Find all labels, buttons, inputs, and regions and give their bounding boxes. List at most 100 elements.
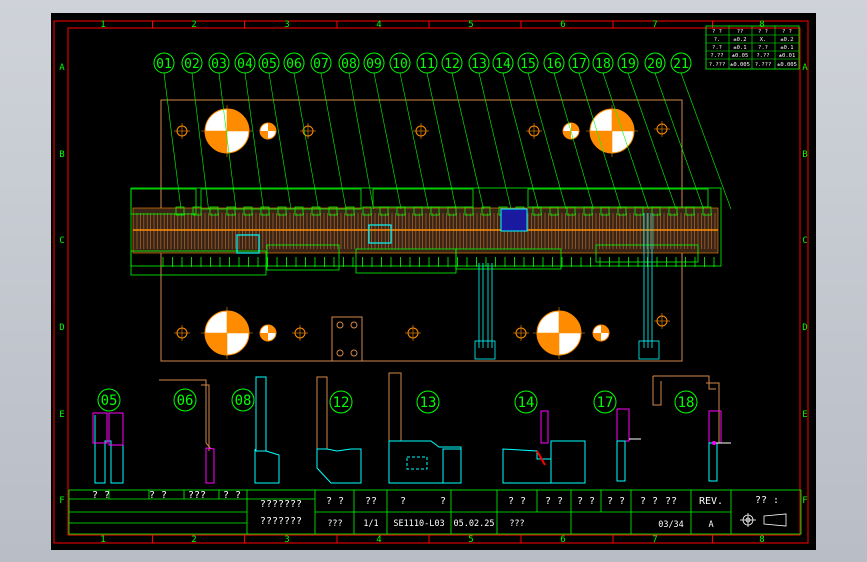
field-header-2: ?? — [365, 496, 377, 507]
zone-col-top-6: 6 — [560, 20, 565, 30]
screw-hole-2 — [300, 123, 316, 139]
zone-row-right-F: F — [802, 496, 807, 506]
guide-block-2 — [200, 188, 362, 210]
section-details: 05 06 08 12 13 14 17 18 — [92, 372, 731, 484]
guide-post-hole-1 — [201, 105, 253, 157]
leader-13 — [478, 72, 512, 210]
title-note-1: ??????? — [260, 499, 302, 510]
drawing-canvas: 1122334455667788 A AB BC CD DE EF F ? ???? ?? … — [53, 20, 809, 545]
title-note-2: ??????? — [260, 516, 302, 527]
field-header-4: ? — [440, 496, 446, 507]
rev-label: REV. — [699, 496, 723, 507]
station-label-17: 17 — [571, 57, 587, 72]
cad-viewport[interactable]: 1122334455667788 AABBCCDDEEFF ? ???? ?? … — [0, 0, 867, 562]
tolerance-cell-3-2: ?.?? — [756, 53, 769, 59]
station-balloons: 01 02 03 04 05 06 07 08 09 10 11 12 13 14 15 16 17 18 19 20… — [153, 52, 692, 74]
punch-block-1 — [130, 250, 267, 276]
station-label-05: 05 — [261, 57, 277, 72]
station-label-14: 14 — [495, 57, 511, 72]
station-label-06: 06 — [286, 57, 302, 72]
sheet-number: 03/34 — [658, 520, 684, 530]
station-label-04: 04 — [237, 57, 253, 72]
tolerance-cell-2-2: ?.? — [758, 45, 768, 51]
zone-col-top-4: 4 — [376, 20, 381, 30]
section-label-17: 17 — [597, 395, 614, 411]
guide-block-4 — [527, 188, 709, 208]
field-header-9: ? ? — [640, 496, 658, 507]
zone-row-right-E: E — [802, 410, 807, 420]
zone-col-bottom-2: 2 — [191, 535, 196, 545]
guide-post-hole-3 — [201, 307, 253, 359]
tolerance-cell-1-3: ±0.2 — [780, 37, 793, 43]
value-date: 05.02.25 — [454, 519, 495, 529]
dowel-hole-1 — [259, 122, 277, 140]
tolerance-cell-3-3: ±0.01 — [779, 53, 796, 59]
station-label-07: 07 — [313, 57, 329, 72]
station-label-15: 15 — [520, 57, 536, 72]
field-header-5: ? ? — [508, 496, 526, 507]
zone-col-top-7: 7 — [652, 20, 657, 30]
zone-rows: A A B B C C D D E E F F — [59, 63, 808, 506]
tolerance-cell-1-2: X. — [760, 37, 767, 43]
station-label-10: 10 — [392, 57, 408, 72]
dowel-hole-3 — [259, 324, 277, 342]
station-label-12: 12 — [444, 57, 460, 72]
section-label-14: 14 — [518, 395, 535, 411]
zone-col-top-5: 5 — [468, 20, 473, 30]
field-header-8: ? ? — [607, 496, 625, 507]
zone-col-bottom-1: 1 — [100, 535, 105, 545]
zone-col-top-3: 3 — [284, 20, 289, 30]
screw-hole-10 — [654, 313, 670, 329]
tolerance-cell-4-0: ?.??? — [709, 62, 726, 68]
tolerance-cell-4-3: ±0.005 — [777, 62, 797, 68]
zone-row-left-D: D — [59, 323, 64, 333]
tolerance-cell-1-0: ?. — [714, 37, 721, 43]
section-label-13: 13 — [420, 395, 437, 411]
guide-block-3 — [372, 188, 474, 208]
field-header-6: ? ? — [545, 496, 563, 507]
zone-col-bottom-4: 4 — [376, 535, 381, 545]
title-block: ? ? ? ? ??? ? ? ??????? ??????? ? ? ?? ?… — [68, 489, 802, 535]
zone-row-left-A: A — [59, 63, 65, 73]
rev-value: A — [708, 520, 713, 530]
station-label-03: 03 — [211, 57, 227, 72]
zone-col-top-2: 2 — [191, 20, 196, 30]
zone-col-bottom-3: 3 — [284, 535, 289, 545]
zone-col-bottom-8: 8 — [759, 535, 764, 545]
field-header-3: ? — [400, 496, 406, 507]
guide-post-hole-4 — [533, 307, 585, 359]
value-part-no: SE1110-L03 — [393, 519, 444, 529]
value-scale: 1/1 — [363, 519, 378, 529]
screw-hole-7 — [292, 325, 308, 341]
zone-row-right-A: A — [802, 63, 808, 73]
projection-symbol — [740, 513, 787, 527]
tolerance-table: ? ??? ? ? ? ??. ±0.2 X. ±0.2?.? ±0.1?.? ±0.1?.?… — [705, 25, 800, 70]
die-plan-view: 01 02 03 04 05 06 07 08 09 10 11 12 13 14 15 16 17 18 19 20… — [130, 52, 732, 362]
tolerance-cell-2-1: ±0.1 — [733, 45, 746, 51]
tolerance-cell-3-1: ±0.05 — [732, 53, 749, 59]
rev-header-4: ? ? — [223, 490, 241, 501]
field-header-1: ? ? — [326, 496, 344, 507]
zone-col-bottom-7: 7 — [652, 535, 657, 545]
tolerance-cell-1-1: ±0.2 — [733, 37, 746, 43]
corner-label: ?? : — [755, 495, 779, 506]
zone-col-bottom-6: 6 — [560, 535, 565, 545]
station-label-08: 08 — [341, 57, 357, 72]
rev-header-1: ? ? — [92, 490, 110, 501]
station-label-11: 11 — [419, 57, 435, 72]
value-5: ??? — [509, 519, 524, 529]
screw-hole-5 — [654, 121, 670, 137]
tolerance-cell-3-0: ?.?? — [710, 53, 723, 59]
tolerance-cell-2-3: ±0.1 — [780, 45, 793, 51]
section-label-08: 08 — [235, 393, 252, 409]
zone-row-right-D: D — [802, 323, 807, 333]
leader-14 — [502, 72, 539, 210]
insert-3 — [500, 208, 528, 232]
station-label-09: 09 — [366, 57, 382, 72]
zone-row-right-C: C — [802, 236, 807, 246]
tolerance-cell-0-1: ?? — [737, 29, 744, 35]
station-label-21: 21 — [673, 57, 689, 72]
drawing-sheet[interactable]: 1122334455667788 AABBCCDDEEFF ? ???? ?? … — [51, 13, 816, 550]
dowel-hole-4 — [592, 324, 610, 342]
screw-hole-6 — [174, 325, 190, 341]
